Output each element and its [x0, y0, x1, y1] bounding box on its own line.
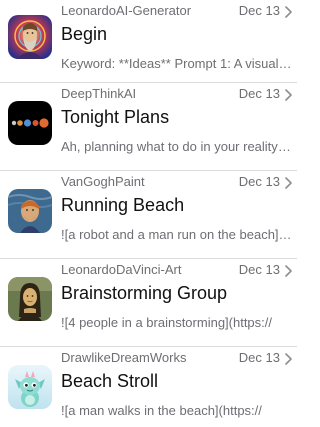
- chevron-right-icon: [284, 6, 294, 18]
- message-list: LeonardoAI-Generator Dec 13 Begin Keywor…: [0, 0, 297, 427]
- message-preview: ![a robot and a man run on the beach](ht…: [61, 227, 293, 242]
- message-row-leonardodavinci-art[interactable]: LeonardoDaVinci-Art Dec 13 Brainstorming…: [0, 258, 297, 346]
- chevron-right-icon: [284, 353, 294, 365]
- avatar: [8, 101, 52, 145]
- avatar: [8, 189, 52, 233]
- sender-name: VanGoghPaint: [61, 174, 145, 189]
- message-date: Dec 13: [238, 3, 280, 18]
- message-title: Beach Stroll: [61, 371, 159, 391]
- sender-name: LeonardoAI-Generator: [61, 3, 192, 18]
- message-title: Brainstorming Group: [61, 283, 228, 303]
- message-title: Begin: [61, 24, 108, 44]
- message-preview: Keyword: **Ideas** Prompt 1: A visual re…: [61, 56, 293, 71]
- sender-name: LeonardoDaVinci-Art: [61, 262, 182, 277]
- avatar: [8, 15, 52, 59]
- message-preview: ![a man walks in the beach](https://: [61, 403, 262, 418]
- cartoon-dragon-icon: [8, 365, 52, 409]
- message-date: Dec 13: [238, 262, 280, 277]
- mona-lisa-portrait-icon: [8, 277, 52, 321]
- chevron-right-icon: [284, 177, 294, 189]
- message-title: Running Beach: [61, 195, 185, 215]
- sender-name: DeepThinkAI: [61, 86, 137, 101]
- message-date: Dec 13: [238, 86, 280, 101]
- avatar: [8, 365, 52, 409]
- message-row-leonardoai-generator[interactable]: LeonardoAI-Generator Dec 13 Begin Keywor…: [0, 0, 297, 82]
- message-date: Dec 13: [238, 350, 280, 365]
- avatar: [8, 277, 52, 321]
- message-row-drawlikedreamworks[interactable]: DrawlikeDreamWorks Dec 13 Beach Stroll !…: [0, 346, 297, 425]
- message-title: Tonight Plans: [61, 107, 170, 127]
- van-gogh-portrait-icon: [8, 189, 52, 233]
- planets-row-icon: [8, 101, 52, 145]
- message-row-vangoghpaint[interactable]: VanGoghPaint Dec 13 Running Beach ![a ro…: [0, 170, 297, 258]
- chevron-right-icon: [284, 89, 294, 101]
- message-date: Dec 13: [238, 174, 280, 189]
- message-preview: Ah, planning what to do in your reality …: [61, 139, 293, 154]
- sender-name: DrawlikeDreamWorks: [61, 350, 187, 365]
- message-row-deepthinkai[interactable]: DeepThinkAI Dec 13 Tonight Plans Ah, pla…: [0, 82, 297, 170]
- bearded-man-portrait-icon: [8, 15, 52, 59]
- message-preview: ![4 people in a brainstorming](https://: [61, 315, 273, 330]
- chevron-right-icon: [284, 265, 294, 277]
